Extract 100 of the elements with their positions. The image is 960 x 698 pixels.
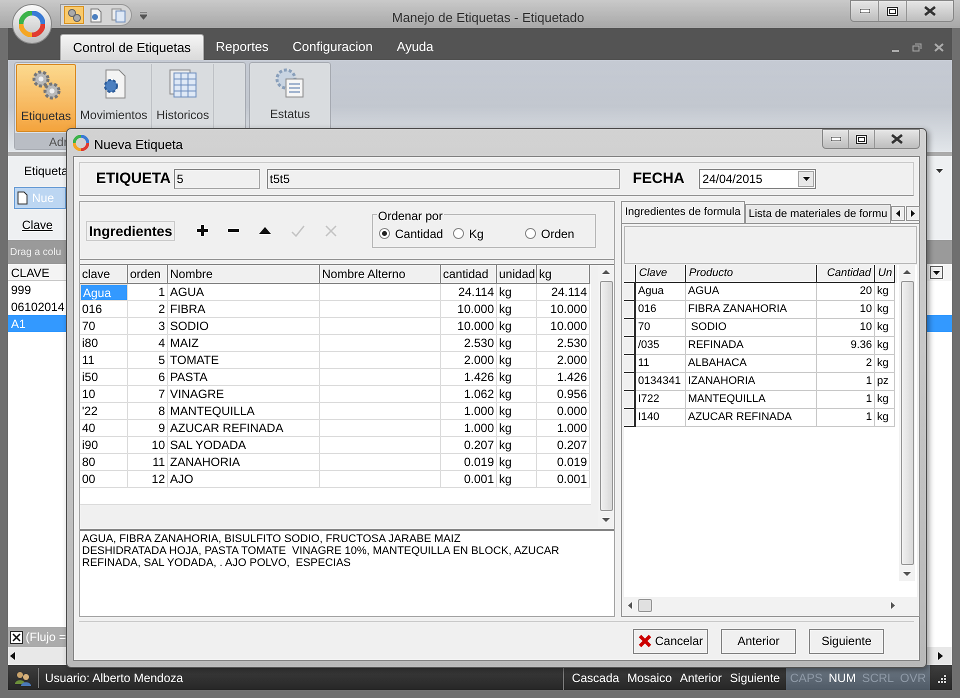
ribbon-tab[interactable]: Reportes xyxy=(204,34,281,60)
table-cell: ALBAHACA xyxy=(686,355,817,373)
ribbon-button[interactable]: Etiquetas xyxy=(16,64,76,132)
ribbon-tab[interactable]: Control de Etiquetas xyxy=(60,34,204,60)
ribbon-tab[interactable]: Ayuda xyxy=(384,34,446,60)
table-cell: kg xyxy=(875,283,895,301)
table-cell: 11 xyxy=(636,355,686,373)
row-header[interactable] xyxy=(624,301,636,319)
remove-icon[interactable] xyxy=(228,228,240,232)
sort-radio[interactable]: Orden xyxy=(525,224,574,242)
close-icon xyxy=(891,134,903,144)
table-cell: REFINADA xyxy=(686,337,817,355)
dialog-button[interactable]: Cancelar xyxy=(633,628,708,654)
row-header[interactable] xyxy=(624,355,636,373)
restore-icon[interactable] xyxy=(912,42,922,52)
date-picker[interactable]: 24/04/2015 xyxy=(699,169,816,189)
scroll-right-icon xyxy=(891,602,896,609)
maximize-icon xyxy=(856,134,867,144)
ribbon-tab[interactable]: Configuracion xyxy=(280,34,385,60)
scrollbar[interactable] xyxy=(899,265,915,581)
table-cell: 9.36 xyxy=(817,337,875,355)
status-list-icon xyxy=(274,67,306,99)
etiqueta-label: ETIQUETA xyxy=(96,168,171,189)
row-header[interactable] xyxy=(624,283,636,301)
table-cell: kg xyxy=(875,409,895,427)
table-cell: 016 xyxy=(636,301,686,319)
up-triangle-icon[interactable] xyxy=(259,227,272,234)
column-header: CLAVE xyxy=(8,264,66,281)
close-icon xyxy=(924,6,936,16)
table-cell: Agua xyxy=(80,284,128,301)
table-cell: 1 xyxy=(817,373,875,391)
column-header[interactable]: Producto xyxy=(686,265,817,283)
table-cell: pz xyxy=(875,373,895,391)
table-cell: kg xyxy=(875,301,895,319)
left-triangle-icon xyxy=(896,210,900,217)
ring-logo-icon xyxy=(19,11,45,37)
gears-icon xyxy=(30,69,62,101)
close-filter-icon[interactable] xyxy=(10,630,23,644)
filter-text: (Flujo = xyxy=(26,629,66,646)
tab-scroll-right-button[interactable] xyxy=(906,206,920,221)
declaration-line: AGUA, FIBRA ZANAHORIA, BISULFITO SODIO, FRUCTOSA JARABE MAIZ xyxy=(82,533,462,545)
table-cell: Agua xyxy=(636,283,686,301)
scroll-thumb[interactable] xyxy=(638,599,652,612)
resize-grip-icon[interactable] xyxy=(936,672,946,682)
quick-gears-button[interactable] xyxy=(64,6,84,24)
table-cell: 1 xyxy=(817,391,875,409)
window-link[interactable]: Mosaico xyxy=(627,668,672,686)
table-cell: AZUCAR REFINADA xyxy=(686,409,817,427)
tab-scroll-left-button[interactable] xyxy=(891,206,906,221)
window-link[interactable]: Siguiente xyxy=(730,668,780,686)
horizontal-scrollbar[interactable] xyxy=(624,597,918,614)
formula-tab[interactable]: Ingredientes de formula xyxy=(621,201,745,223)
scroll-left-icon xyxy=(628,602,632,609)
column-header[interactable]: Clave xyxy=(636,265,686,283)
key-indicator: NUM xyxy=(828,670,856,686)
group-panel xyxy=(927,240,952,264)
scroll-left-icon[interactable] xyxy=(8,651,18,661)
table-cell: MANTEQUILLA xyxy=(686,391,817,409)
table-cell: I722 xyxy=(636,391,686,409)
minimize-icon xyxy=(860,9,870,13)
close-icon[interactable] xyxy=(934,42,944,52)
window-link[interactable]: Anterior xyxy=(680,668,722,686)
spreadsheet-icon xyxy=(166,68,199,100)
dialog-title: Nueva Etiqueta xyxy=(94,136,183,154)
etiqueta-name-field[interactable]: t5t5 xyxy=(266,169,620,189)
row-header[interactable] xyxy=(624,373,636,391)
dropdown-arrow-icon[interactable] xyxy=(936,169,943,173)
etiqueta-code-field[interactable]: 5 xyxy=(174,169,260,189)
dialog-button[interactable]: Siguiente xyxy=(809,628,884,654)
declaration-textarea[interactable]: AGUA, FIBRA ZANAHORIA, BISULFITO SODIO, FRUCTOSA JARABE MAIZ DESHIDRATADA HOJA, PASTA TOMATE VINAGRE 10%, MANTEQUILLA EN BLOCK, AZUCAR REFINADA, SAL YODADA, . AJO POLVO, ESPECIAS xyxy=(80,529,614,616)
minimize-icon xyxy=(830,137,840,141)
window-title: Manejo de Etiquetas - Etiquetado xyxy=(392,9,584,27)
table-cell: AGUA xyxy=(686,283,817,301)
filter-dropdown-icon[interactable] xyxy=(930,266,943,279)
table-cell: I140 xyxy=(636,409,686,427)
sort-radio[interactable]: Kg xyxy=(453,224,523,242)
users-icon xyxy=(14,670,32,686)
row-header[interactable] xyxy=(624,337,636,355)
declaration-line: DESHIDRATADA HOJA, PASTA TOMATE VINAGRE 10%, MANTEQUILLA EN BLOCK, AZUCAR xyxy=(82,545,560,557)
clave-label: Clave xyxy=(22,217,53,234)
ingredientes-label: Ingredientes xyxy=(86,220,176,240)
add-icon[interactable] xyxy=(197,225,208,236)
table-cell: FIBRA ZANAHORIA xyxy=(686,301,817,319)
table-cell: kg xyxy=(875,319,895,337)
group-label: Adr xyxy=(49,135,68,149)
formula-tab[interactable]: Lista de materiales de formu xyxy=(744,204,892,223)
window-link[interactable]: Cascada xyxy=(572,668,620,686)
table-cell: 10 xyxy=(817,301,875,319)
row-header[interactable] xyxy=(624,409,636,427)
table-cell: 10 xyxy=(817,319,875,337)
table-cell: kg xyxy=(875,391,895,409)
row-header[interactable] xyxy=(624,391,636,409)
table-cell: /035 xyxy=(636,337,686,355)
row-header[interactable] xyxy=(624,319,636,337)
dropdown-arrow-icon xyxy=(802,177,810,181)
column-header[interactable]: Cantidad xyxy=(817,265,875,283)
dialog-button[interactable]: Anterior xyxy=(721,628,796,654)
column-header[interactable]: Un xyxy=(875,265,895,283)
sort-radio[interactable]: Cantidad xyxy=(379,224,451,242)
customize-arrow-icon[interactable] xyxy=(140,12,147,20)
